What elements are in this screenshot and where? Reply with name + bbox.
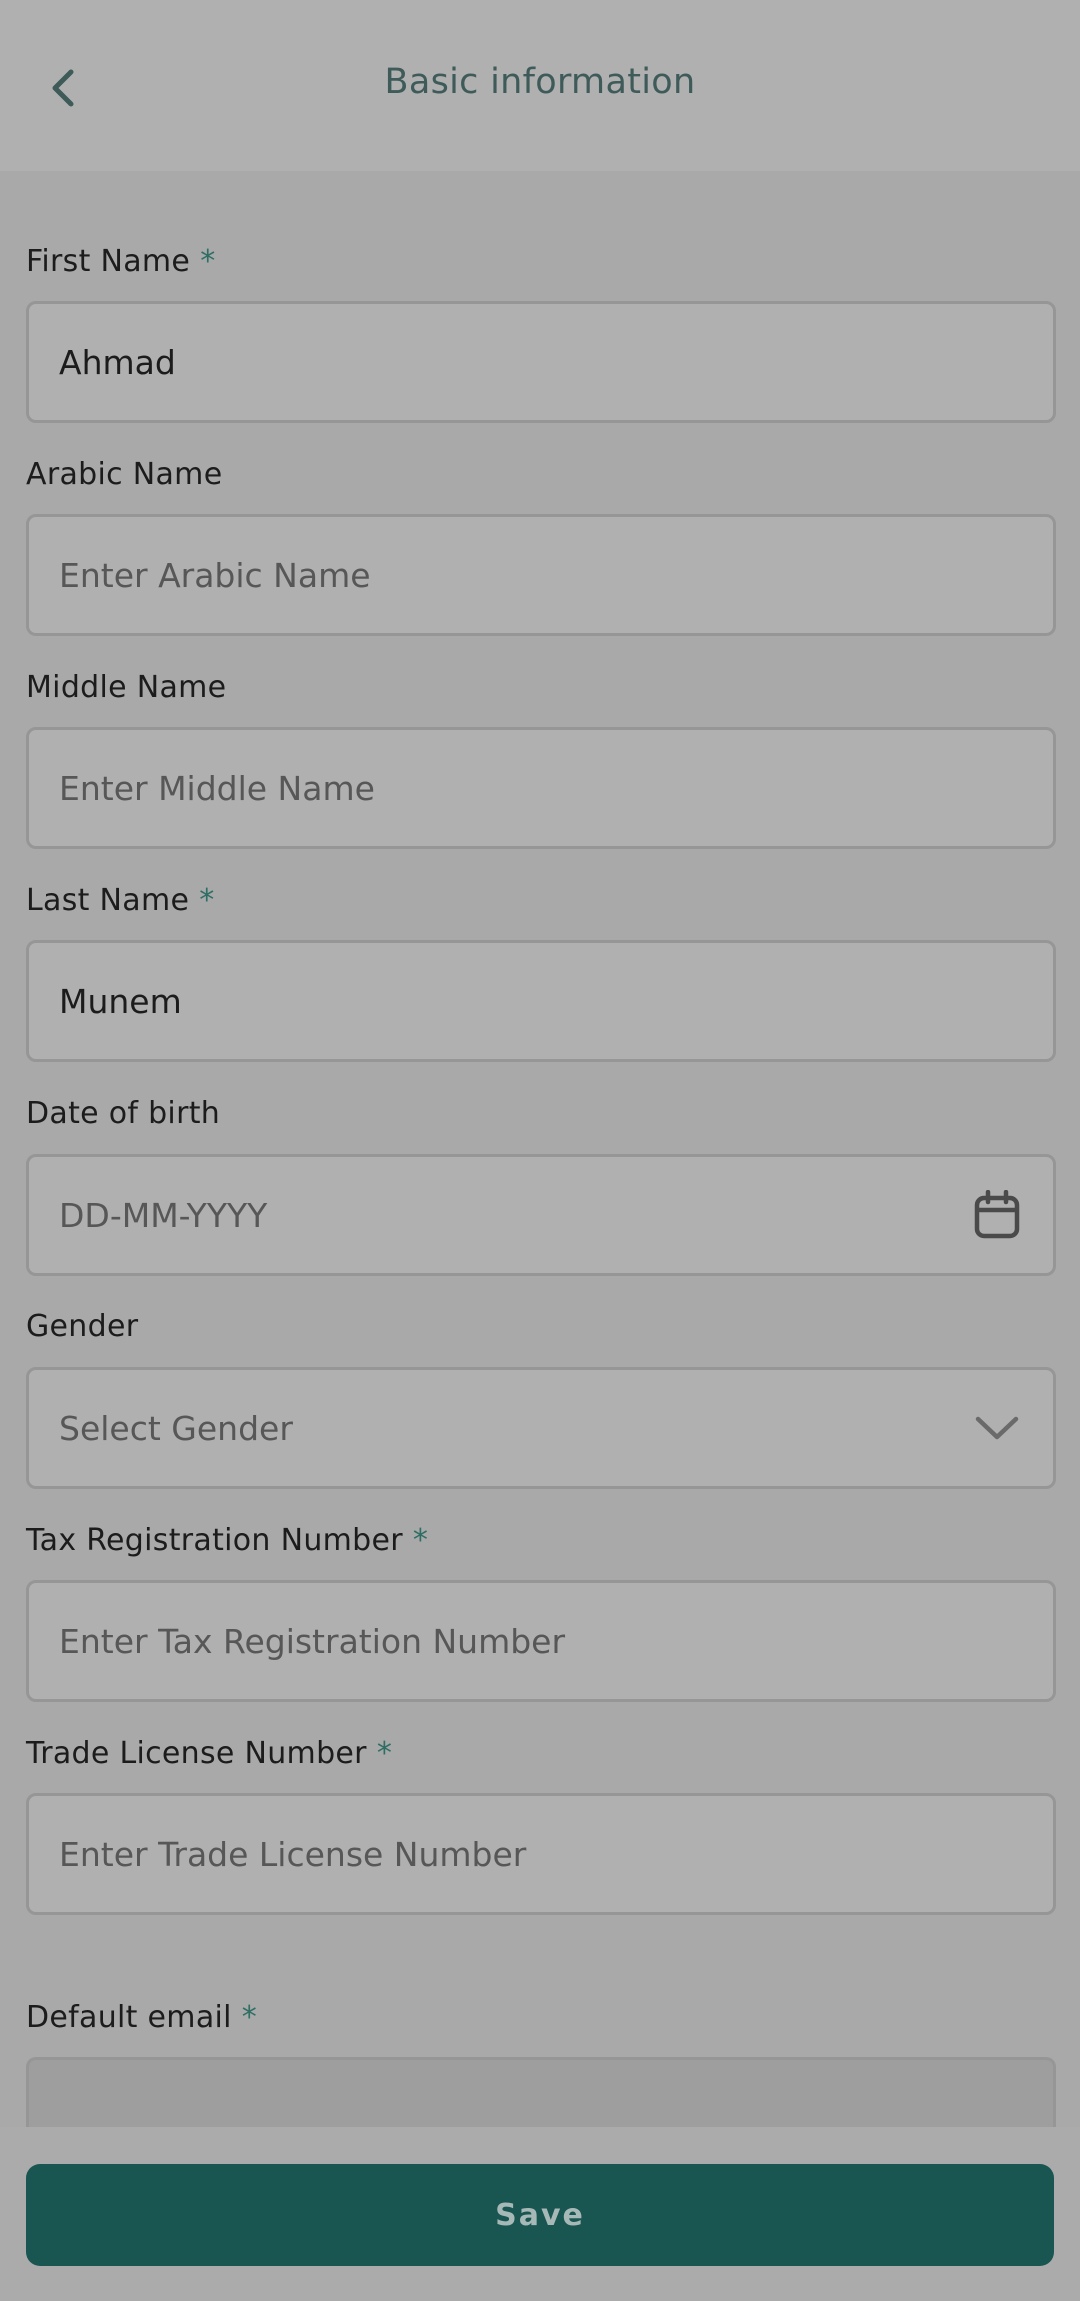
page-title: Basic information	[384, 62, 696, 102]
required-mark: *	[376, 1736, 393, 1771]
gender-label-text: Gender	[26, 1309, 139, 1344]
last-name-label-text: Last Name	[26, 883, 190, 918]
middle-name-input[interactable]	[29, 768, 1053, 808]
gender-label: Gender	[26, 1309, 138, 1344]
date-of-birth-input[interactable]	[29, 1195, 1053, 1235]
last-name-input[interactable]	[29, 981, 1053, 1021]
tax-registration-label-text: Tax Registration Number	[26, 1523, 403, 1558]
gender-select-value: Select Gender	[59, 1408, 293, 1448]
trade-license-field[interactable]	[26, 1793, 1056, 1915]
footer-bar: Save	[0, 2127, 1080, 2301]
gender-select[interactable]: Select Gender	[26, 1367, 1056, 1489]
tax-registration-input[interactable]	[29, 1621, 1053, 1661]
date-of-birth-field[interactable]	[26, 1154, 1056, 1276]
app-header: Basic information	[0, 0, 1080, 171]
first-name-label-text: First Name	[26, 244, 191, 279]
trade-license-label: Trade License Number *	[26, 1736, 392, 1771]
middle-name-label-text: Middle Name	[26, 670, 227, 705]
middle-name-field[interactable]	[26, 727, 1056, 849]
arabic-name-field[interactable]	[26, 514, 1056, 636]
calendar-icon[interactable]	[971, 1189, 1023, 1241]
required-mark: *	[412, 1523, 429, 1558]
arabic-name-input[interactable]	[29, 555, 1053, 595]
middle-name-label: Middle Name	[26, 670, 226, 705]
arabic-name-label: Arabic Name	[26, 457, 222, 492]
first-name-label: First Name *	[26, 244, 216, 279]
last-name-label: Last Name *	[26, 883, 215, 918]
chevron-down-icon	[971, 1402, 1023, 1454]
trade-license-label-text: Trade License Number	[26, 1736, 367, 1771]
required-mark: *	[199, 883, 215, 918]
first-name-input[interactable]	[29, 342, 1053, 382]
required-mark: *	[200, 244, 216, 279]
default-email-field	[26, 2057, 1056, 2130]
save-button[interactable]: Save	[26, 2164, 1054, 2266]
date-of-birth-label-text: Date of birth	[26, 1096, 221, 1131]
arabic-name-label-text: Arabic Name	[26, 457, 223, 492]
first-name-field[interactable]	[26, 301, 1056, 423]
required-mark: *	[241, 2000, 258, 2035]
last-name-field[interactable]	[26, 940, 1056, 1062]
tax-registration-label: Tax Registration Number *	[26, 1523, 428, 1558]
date-of-birth-label: Date of birth	[26, 1096, 220, 1131]
tax-registration-field[interactable]	[26, 1580, 1056, 1702]
trade-license-input[interactable]	[29, 1834, 1053, 1874]
default-email-label: Default email *	[26, 2000, 257, 2035]
default-email-label-text: Default email	[26, 2000, 232, 2035]
